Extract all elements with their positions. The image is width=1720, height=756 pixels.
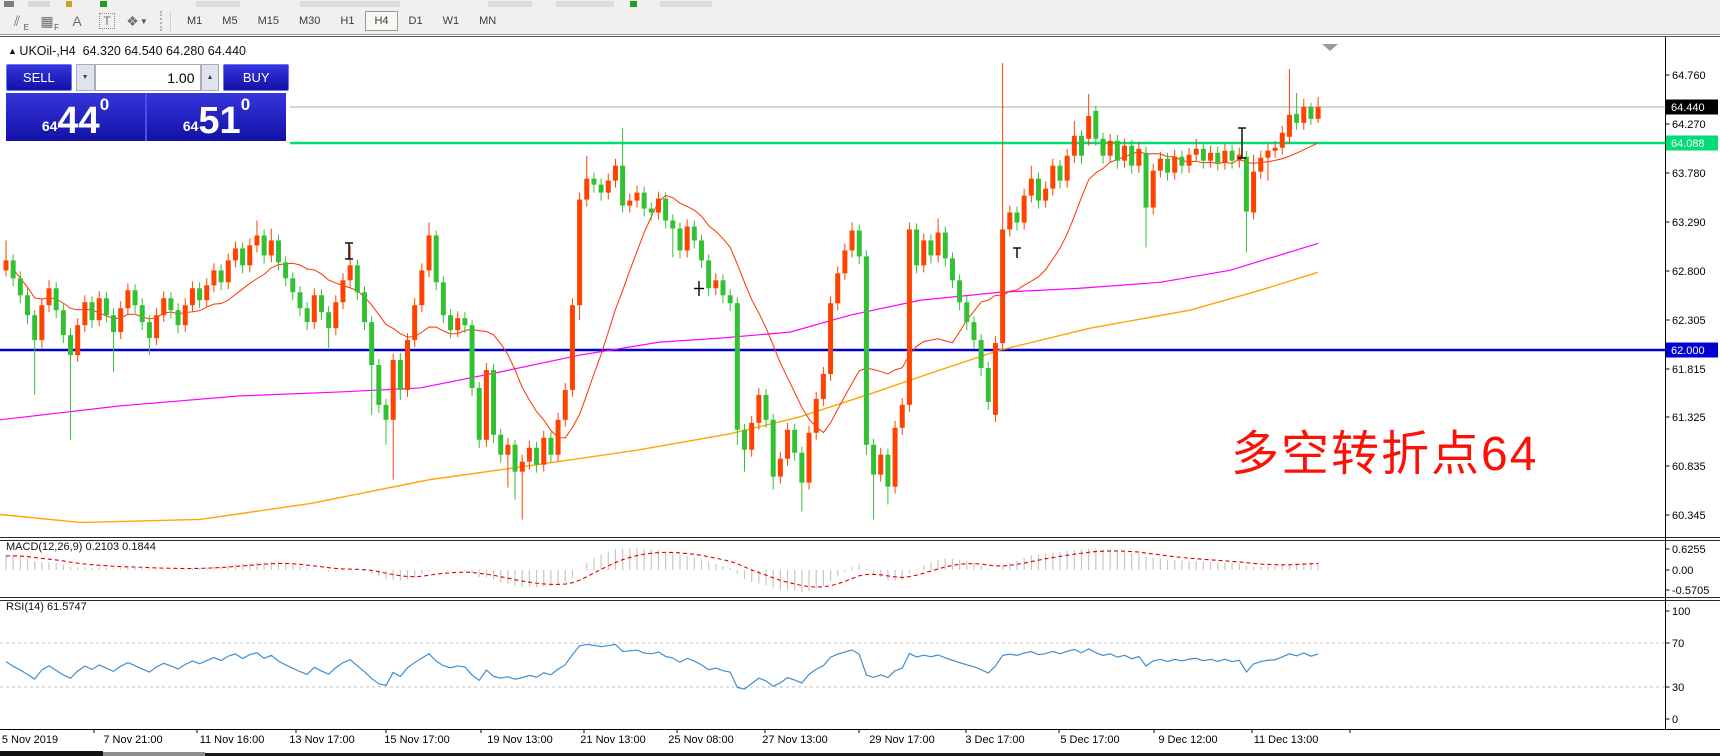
chart-header: ▲ UKOil-,H4 64.320 64.540 64.280 64.440 (8, 44, 246, 58)
svg-text:61.325: 61.325 (1672, 412, 1706, 424)
rsi-line (5, 643, 1319, 690)
chart-annotation-text[interactable]: 多空转折点64 (1231, 414, 1538, 484)
sell-button[interactable]: SELL (6, 64, 72, 91)
svg-text:100: 100 (1672, 606, 1690, 618)
svg-text:5 Nov 2019: 5 Nov 2019 (2, 734, 58, 746)
volume-increase-button[interactable]: ▲ (200, 64, 220, 91)
svg-text:27 Nov 13:00: 27 Nov 13:00 (762, 734, 827, 746)
svg-text:5 Dec 17:00: 5 Dec 17:00 (1060, 734, 1119, 746)
time-axis: 5 Nov 2019 7 Nov 21:00 11 Nov 16:00 13 Nov … (2, 729, 1351, 746)
svg-text:62.305: 62.305 (1672, 315, 1706, 327)
bottom-edge-segment (0, 751, 103, 756)
symbol-name: UKOil-,H4 (19, 44, 76, 58)
svg-text:60.835: 60.835 (1672, 461, 1706, 473)
svg-text:61.815: 61.815 (1672, 364, 1706, 376)
volume-decrease-button[interactable]: ▼ (75, 64, 95, 91)
macd-axis: 0.6255 0.00 -0.5705 (1665, 544, 1709, 597)
buy-button[interactable]: BUY (223, 64, 289, 91)
macd-indicator-label: MACD(12,26,9) 0.2103 0.1844 (6, 541, 156, 553)
buy-price-display[interactable]: 64 51 0 (147, 93, 286, 141)
svg-text:11 Nov 16:00: 11 Nov 16:00 (200, 734, 265, 746)
mt4-window: ⫽ E ▦ F A T ❖ ▼ M1 M5 M15 M30 H1 H4 D1 W1 MN 64.760… (0, 0, 1720, 756)
svg-text:63.780: 63.780 (1672, 168, 1706, 180)
price-axis: 64.760 64.270 63.780 63.290 62.800 62.305 61.8… (1665, 70, 1718, 522)
svg-text:21 Nov 13:00: 21 Nov 13:00 (580, 734, 645, 746)
sell-price-display[interactable]: 64 44 0 (6, 93, 147, 141)
svg-text:11 Dec 13:00: 11 Dec 13:00 (1254, 734, 1319, 746)
svg-text:70: 70 (1672, 638, 1684, 650)
collapse-arrow-icon[interactable]: ▲ (8, 46, 19, 56)
svg-text:0.6255: 0.6255 (1672, 544, 1706, 556)
one-click-trading-panel: SELL ▼ ▲ BUY 64 44 0 64 51 0 (6, 64, 289, 141)
volume-input[interactable] (94, 64, 201, 91)
ma-slow-orange (0, 271, 1319, 524)
rsi-axis: 100 70 30 0 (1665, 606, 1690, 726)
svg-text:63.290: 63.290 (1672, 217, 1706, 229)
chart-shift-triangle-icon (1322, 44, 1338, 51)
svg-text:62.800: 62.800 (1672, 266, 1706, 278)
macd-signal-line (5, 550, 1319, 588)
svg-text:64.760: 64.760 (1672, 70, 1706, 82)
svg-text:-0.5705: -0.5705 (1672, 585, 1709, 597)
svg-text:64.440: 64.440 (1671, 102, 1705, 114)
bottom-window-edge (0, 751, 1720, 756)
svg-text:64.088: 64.088 (1671, 138, 1705, 150)
rsi-indicator-label: RSI(14) 61.5747 (6, 601, 87, 613)
svg-text:9 Dec 12:00: 9 Dec 12:00 (1158, 734, 1217, 746)
svg-text:29 Nov 17:00: 29 Nov 17:00 (869, 734, 934, 746)
svg-text:13 Nov 17:00: 13 Nov 17:00 (289, 734, 354, 746)
svg-text:19 Nov 13:00: 19 Nov 13:00 (487, 734, 552, 746)
svg-text:64.270: 64.270 (1672, 119, 1706, 131)
bottom-edge-segment (103, 752, 205, 756)
svg-text:15 Nov 17:00: 15 Nov 17:00 (384, 734, 449, 746)
svg-text:62.000: 62.000 (1671, 345, 1705, 357)
svg-text:3 Dec 17:00: 3 Dec 17:00 (965, 734, 1024, 746)
svg-text:25 Nov 08:00: 25 Nov 08:00 (668, 734, 733, 746)
macd-histogram (5, 548, 1319, 592)
svg-text:30: 30 (1672, 682, 1684, 694)
svg-text:7 Nov 21:00: 7 Nov 21:00 (103, 734, 162, 746)
svg-text:0.00: 0.00 (1672, 565, 1693, 577)
ohlc-values: 64.320 64.540 64.280 64.440 (82, 44, 246, 58)
ma-mid-magenta (0, 242, 1319, 421)
svg-text:60.345: 60.345 (1672, 510, 1706, 522)
svg-text:0: 0 (1672, 714, 1678, 726)
